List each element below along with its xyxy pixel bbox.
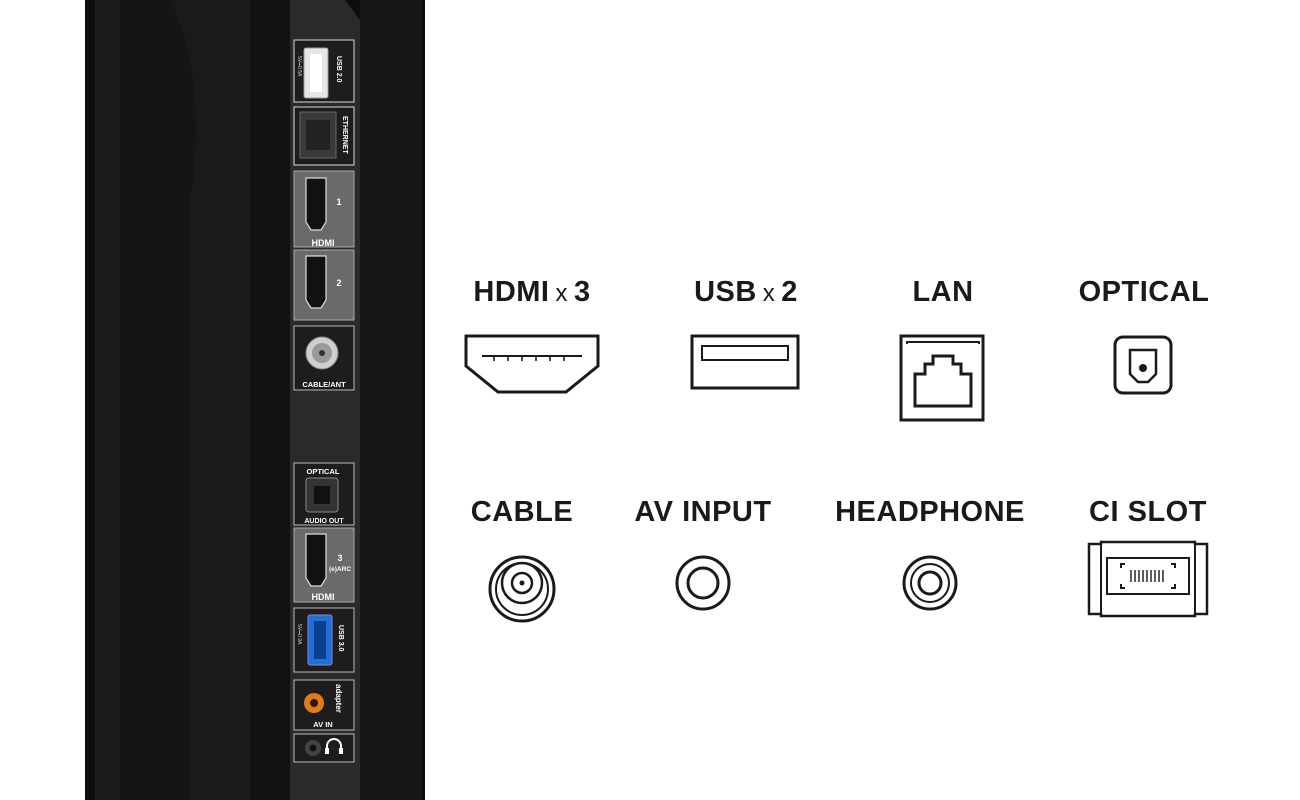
- connector-av-input-name: AV INPUT: [634, 496, 772, 528]
- usb3-label: USB 3.0: [337, 625, 344, 652]
- connector-usb-name: USB: [694, 276, 757, 308]
- connector-usb-multiplier: x: [762, 280, 776, 307]
- adapter-label: adapter: [334, 684, 343, 713]
- connector-usb-count: 2: [781, 276, 798, 308]
- panel-hdmi-3-port: 3 (e)ARC HDMI: [293, 527, 355, 603]
- optical-label: OPTICAL: [307, 467, 340, 476]
- hdmi-2-number: 2: [336, 278, 341, 288]
- panel-hdmi-2-port: 2: [293, 249, 355, 321]
- usb3-rating: 5V⎓0.9A: [296, 624, 302, 645]
- lan-icon: [833, 334, 1053, 424]
- tv-rear-panel: USB 2.0 5V⎓0.5A ETHERNET 1 HDMI 2 CABLE/…: [85, 0, 425, 800]
- ethernet-label: ETHERNET: [341, 116, 348, 154]
- optical-icon: [1034, 334, 1254, 398]
- av-in-label: AV IN: [313, 720, 332, 729]
- hdmi-icon: [422, 334, 642, 394]
- connector-cable-name: CABLE: [470, 496, 574, 528]
- panel-av-in-port: adapter AV IN: [293, 679, 355, 731]
- connector-lan-name: LAN: [912, 276, 974, 308]
- panel-ethernet-port: ETHERNET: [293, 106, 355, 166]
- usb-icon: [636, 334, 856, 390]
- connector-ci-slot-name: CI SLOT: [1089, 496, 1207, 528]
- connector-ci-slot-title: CI SLOT: [1038, 496, 1258, 528]
- connector-av-input-title: AV INPUT: [593, 496, 813, 528]
- connector-headphone-name: HEADPHONE: [835, 496, 1025, 528]
- headphone-icon: [820, 554, 1040, 612]
- panel-usb3-port: USB 3.0 5V⎓0.9A: [293, 607, 355, 673]
- hdmi-logo-upper: HDMI: [312, 238, 335, 248]
- panel-hdmi-1-port: 1 HDMI: [293, 170, 355, 248]
- earc-label: (e)ARC: [329, 566, 351, 573]
- connector-usb-title: USB x 2: [636, 276, 856, 310]
- connector-optical-title: OPTICAL: [1034, 276, 1254, 308]
- panel-usb2-port: USB 2.0 5V⎓0.5A: [293, 39, 355, 103]
- connector-ci-slot: CI SLOT: [1038, 496, 1258, 618]
- connector-usb: USB x 2: [636, 276, 856, 390]
- connector-hdmi-multiplier: x: [555, 280, 568, 307]
- connector-optical: OPTICAL: [1034, 276, 1254, 395]
- panel-cable-ant-port: CABLE/ANT: [293, 325, 355, 391]
- hdmi-logo-lower: HDMI: [312, 592, 335, 602]
- connector-hdmi-title: HDMI x 3: [422, 276, 642, 310]
- connector-hdmi: HDMI x 3: [422, 276, 642, 394]
- connector-headphone: HEADPHONE: [820, 496, 1040, 611]
- ci-slot-icon: [1038, 540, 1258, 618]
- usb2-label: USB 2.0: [335, 56, 342, 83]
- hdmi-1-number: 1: [336, 197, 341, 207]
- connector-av-input: AV INPUT: [593, 496, 813, 611]
- usb2-rating: 5V⎓0.5A: [296, 56, 302, 77]
- connector-hdmi-count: 3: [573, 276, 591, 308]
- connector-lan: LAN: [833, 276, 1053, 422]
- panel-optical-port: OPTICAL AUDIO OUT: [293, 462, 355, 526]
- panel-headphone-port: [293, 733, 355, 763]
- av-input-icon: [593, 554, 813, 612]
- connector-lan-title: LAN: [833, 276, 1053, 308]
- connector-optical-name: OPTICAL: [1078, 276, 1210, 308]
- cable-ant-label: CABLE/ANT: [302, 380, 346, 389]
- connector-hdmi-name: HDMI: [473, 276, 550, 308]
- hdmi-3-number: 3: [337, 553, 342, 563]
- connector-headphone-title: HEADPHONE: [820, 496, 1040, 528]
- audio-out-label: AUDIO OUT: [304, 518, 344, 525]
